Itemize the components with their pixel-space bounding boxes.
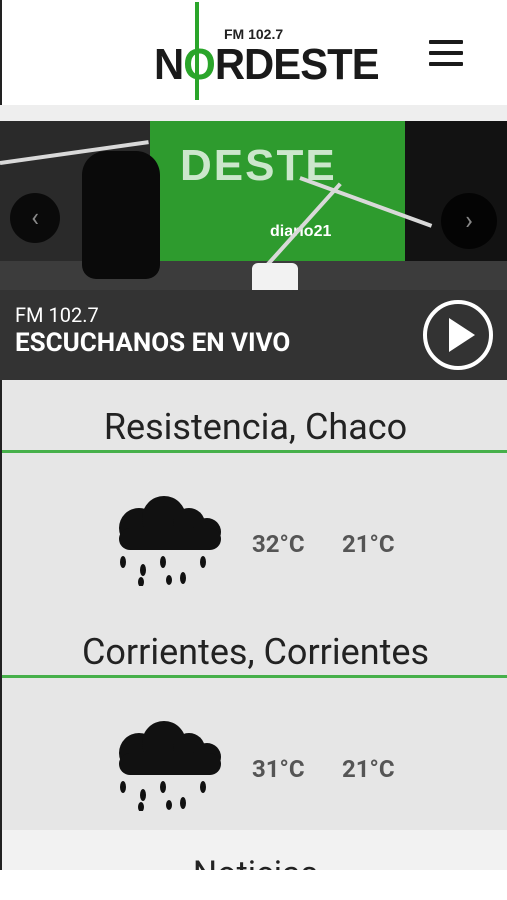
weather-section: Resistencia, Chaco 32°C 21°C Corrientes,… — [0, 380, 507, 830]
logo-wordmark: NORDESTE — [154, 40, 380, 89]
temp-min: 21°C — [342, 530, 395, 558]
temp-max: 32°C — [252, 530, 305, 558]
next-section-strip: Noticias — [0, 830, 507, 870]
live-radio-bar[interactable]: FM 102.7 ESCUCHANOS EN VIVO — [0, 290, 507, 380]
studio-banner: DESTE diario21 — [150, 121, 405, 261]
hamburger-menu-icon[interactable] — [429, 40, 463, 68]
section-heading: Noticias — [2, 854, 507, 870]
rain-cloud-icon — [119, 721, 221, 811]
microphone-image — [82, 151, 160, 279]
weather-city: Corrientes, Corrientes — [81, 631, 430, 673]
play-icon[interactable] — [423, 300, 493, 370]
city-divider — [2, 675, 507, 678]
live-frequency: FM 102.7 — [15, 303, 99, 327]
site-header: FM 102.7 NORDESTE — [0, 0, 507, 105]
rain-cloud-icon — [119, 496, 221, 586]
weather-city: Resistencia, Chaco — [103, 406, 408, 448]
carousel-prev-arrow-icon[interactable]: ‹ — [10, 193, 60, 243]
header-gap — [0, 105, 507, 121]
cup-image — [252, 263, 298, 290]
live-title[interactable]: ESCUCHANOS EN VIVO — [15, 328, 290, 358]
nordeste-logo[interactable]: FM 102.7 NORDESTE — [152, 2, 380, 100]
studio-carousel[interactable]: DESTE diario21 ‹ › — [0, 121, 507, 290]
city-divider — [2, 450, 507, 453]
carousel-next-arrow-icon[interactable]: › — [441, 193, 497, 249]
temp-max: 31°C — [252, 755, 305, 783]
temp-min: 21°C — [342, 755, 395, 783]
